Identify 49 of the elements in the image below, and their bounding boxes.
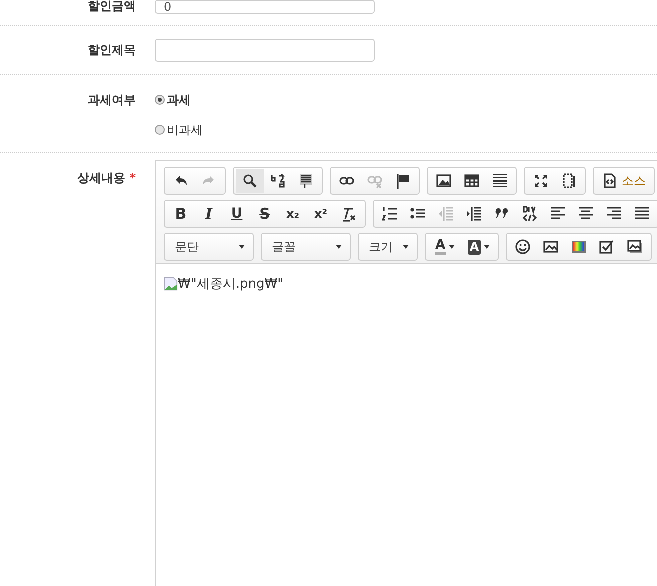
toolbar-button[interactable]: S — [251, 202, 279, 226]
numlist-icon — [382, 206, 398, 222]
aligncenter-icon — [578, 206, 594, 222]
removeformat-icon — [341, 206, 357, 222]
radio-button[interactable] — [155, 95, 165, 105]
caret-icon — [484, 245, 490, 249]
maximize-icon — [533, 173, 549, 189]
source-icon — [602, 173, 618, 189]
toolbar-button[interactable]: I — [195, 202, 223, 226]
toolbar-button[interactable]: A — [428, 235, 462, 259]
smiley-icon — [515, 239, 531, 255]
toolbar-button[interactable]: A — [462, 235, 496, 259]
discount-title-input[interactable] — [155, 38, 375, 62]
required-mark: * — [130, 171, 136, 185]
checkbox-icon — [599, 239, 615, 255]
dropdown[interactable]: 글꼴 — [261, 233, 351, 261]
unlink-icon — [367, 173, 383, 189]
caret-icon — [336, 245, 342, 249]
dropdown[interactable]: 크기 — [358, 233, 418, 261]
find-icon — [242, 173, 258, 189]
toolbar-button[interactable] — [236, 169, 264, 193]
caret-icon — [448, 245, 455, 249]
dropdown[interactable]: 문단 — [164, 233, 254, 261]
justify-icon — [634, 206, 650, 222]
toolbar-button[interactable]: 소스 — [596, 169, 652, 193]
field-label: 과세여부 — [87, 92, 137, 109]
indent-icon — [466, 206, 482, 222]
outdent-icon — [438, 206, 454, 222]
radio-label: 비과세 — [167, 122, 203, 138]
bullist-icon — [410, 206, 426, 222]
palette-icon — [571, 239, 587, 255]
radio-button[interactable] — [155, 125, 165, 135]
broken-image-icon — [164, 277, 178, 291]
caret-icon — [239, 245, 245, 249]
field-label: 상세내용 — [78, 171, 126, 185]
alignright-icon — [606, 206, 622, 222]
alignleft-icon — [550, 206, 566, 222]
radio-label: 과세 — [167, 92, 191, 108]
field-label: 할인금액 — [87, 0, 137, 12]
toolbar-button[interactable]: x² — [307, 202, 335, 226]
discount-amount-input[interactable]: 0 — [155, 0, 375, 14]
toolbar-button[interactable]: B — [167, 202, 195, 226]
table-icon — [464, 173, 480, 189]
toolbar-button[interactable]: x₂ — [279, 202, 307, 226]
image-alt-text: ₩"세종시.png₩" — [178, 276, 284, 293]
field-label: 할인제목 — [87, 42, 137, 58]
toolbar-button[interactable]: U — [223, 202, 251, 226]
caret-icon — [403, 245, 409, 249]
image-icon — [436, 173, 452, 189]
